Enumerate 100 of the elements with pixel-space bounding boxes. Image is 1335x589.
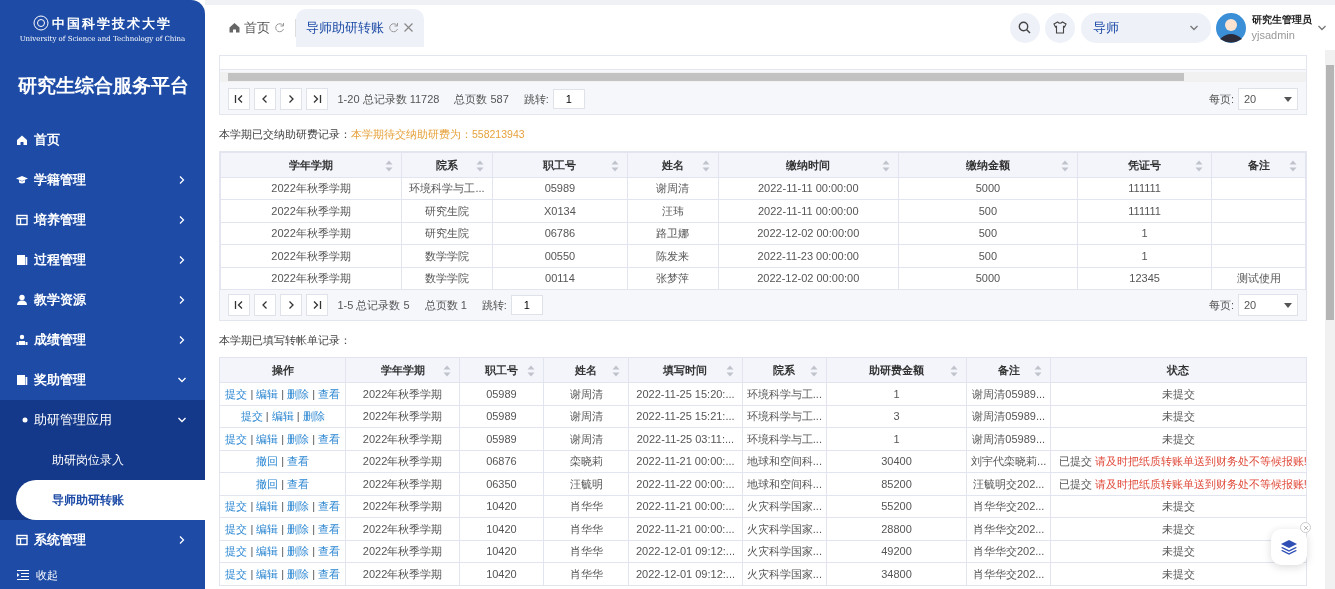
- column-header[interactable]: 备注: [966, 357, 1051, 383]
- action-link[interactable]: 查看: [318, 387, 340, 400]
- sort-icon[interactable]: [809, 365, 818, 377]
- sidebar-item[interactable]: 首页: [0, 120, 205, 160]
- separator-text: |: [281, 432, 285, 445]
- tab[interactable]: 导师助研转账: [296, 8, 424, 47]
- jump-field[interactable]: 1: [552, 89, 585, 109]
- column-header[interactable]: 学年学期: [345, 357, 460, 383]
- action-link[interactable]: 删除: [287, 387, 310, 400]
- theme-button[interactable]: [1045, 12, 1075, 43]
- sidebar-item[interactable]: 学籍管理: [0, 160, 205, 200]
- sidebar-item[interactable]: 成绩管理: [0, 320, 205, 360]
- last-page-button[interactable]: [306, 88, 328, 110]
- sidebar-item[interactable]: 助研管理应用: [0, 400, 205, 440]
- sidebar-item[interactable]: 系统管理: [0, 520, 205, 560]
- dropdown-caret-icon: [1284, 96, 1292, 102]
- per-page-select[interactable]: 20: [1238, 294, 1298, 317]
- column-header[interactable]: 职工号: [459, 357, 544, 383]
- per-page-select[interactable]: 20: [1238, 88, 1298, 110]
- sidebar-item[interactable]: 奖助管理: [0, 360, 205, 400]
- action-link[interactable]: 删除: [287, 567, 310, 580]
- sort-icon[interactable]: [527, 365, 536, 377]
- sort-icon[interactable]: [1195, 159, 1204, 172]
- action-link[interactable]: 编辑: [256, 500, 279, 512]
- action-link[interactable]: 提交: [225, 567, 248, 580]
- sort-icon[interactable]: [1289, 159, 1297, 172]
- sidebar-item[interactable]: 过程管理: [0, 240, 205, 280]
- action-link[interactable]: 查看: [318, 500, 340, 512]
- action-link[interactable]: 查看: [318, 432, 340, 445]
- sort-icon[interactable]: [726, 365, 735, 377]
- action-link[interactable]: 编辑: [256, 567, 279, 580]
- sort-icon[interactable]: [611, 159, 620, 172]
- action-link[interactable]: 提交: [225, 545, 248, 557]
- column-header[interactable]: 学年学期: [220, 152, 402, 178]
- column-header[interactable]: 凭证号: [1077, 152, 1212, 178]
- column-header[interactable]: 院系: [742, 357, 827, 383]
- close-icon[interactable]: [403, 22, 414, 33]
- sort-icon[interactable]: [950, 365, 959, 377]
- action-link[interactable]: 提交: [240, 410, 263, 422]
- action-link[interactable]: 查看: [318, 522, 340, 535]
- tab[interactable]: 首页: [219, 8, 295, 47]
- action-link[interactable]: 删除: [287, 545, 310, 557]
- column-header[interactable]: 职工号: [492, 152, 628, 178]
- sidebar-item[interactable]: 助研岗位录入: [0, 440, 205, 480]
- column-header[interactable]: 备注: [1211, 152, 1306, 178]
- separator-text: |: [250, 432, 254, 445]
- sort-icon[interactable]: [1060, 159, 1069, 172]
- jump-field[interactable]: 1: [510, 295, 543, 316]
- column-header[interactable]: 院系: [401, 152, 493, 178]
- sidebar-item[interactable]: 教学资源: [0, 280, 205, 320]
- action-link[interactable]: 查看: [318, 567, 340, 580]
- action-link[interactable]: 编辑: [256, 545, 279, 557]
- layers-button[interactable]: [1271, 529, 1307, 565]
- due-amount-note: 本学期待交纳助研费为：558213943: [351, 127, 525, 142]
- search-button[interactable]: [1009, 12, 1040, 43]
- action-link[interactable]: 提交: [225, 432, 248, 445]
- action-link[interactable]: 查看: [318, 545, 340, 557]
- role-select[interactable]: 导师: [1080, 12, 1211, 43]
- first-page-button[interactable]: [228, 294, 250, 317]
- action-link[interactable]: 编辑: [256, 522, 279, 535]
- action-link[interactable]: 提交: [225, 387, 248, 400]
- action-link[interactable]: 撤回: [256, 455, 279, 467]
- column-header[interactable]: 姓名: [627, 152, 719, 178]
- status-text: 未提交: [1162, 567, 1195, 580]
- sort-icon[interactable]: [1034, 365, 1042, 377]
- sidebar-item[interactable]: 导师助研转账: [16, 480, 205, 520]
- action-link[interactable]: 提交: [225, 522, 248, 535]
- action-link[interactable]: 撤回: [256, 477, 279, 490]
- sort-icon[interactable]: [611, 365, 620, 377]
- sort-icon[interactable]: [442, 365, 451, 377]
- sort-icon[interactable]: [701, 159, 710, 172]
- first-page-button[interactable]: [228, 88, 250, 110]
- last-page-button[interactable]: [306, 294, 328, 317]
- action-link[interactable]: 编辑: [256, 387, 279, 400]
- action-link[interactable]: 删除: [287, 522, 310, 535]
- close-button[interactable]: [1300, 522, 1311, 533]
- column-header[interactable]: 姓名: [543, 357, 629, 383]
- table-cell: 2022年秋季学期: [345, 472, 460, 495]
- column-header[interactable]: 缴纳金额: [898, 152, 1078, 178]
- action-link[interactable]: 提交: [225, 500, 248, 512]
- action-link[interactable]: 删除: [302, 410, 325, 422]
- sort-icon[interactable]: [385, 159, 394, 172]
- table-cell: 5000: [898, 177, 1078, 200]
- action-link[interactable]: 删除: [287, 500, 310, 512]
- action-link[interactable]: 编辑: [256, 432, 279, 445]
- vertical-scrollbar[interactable]: [1325, 50, 1335, 589]
- column-header[interactable]: 助研费金额: [826, 357, 967, 383]
- status-text: 未提交: [1162, 410, 1195, 422]
- column-header[interactable]: 缴纳时间: [718, 152, 899, 178]
- sidebar-item[interactable]: 培养管理: [0, 200, 205, 240]
- collapse-label[interactable]: 收起: [36, 566, 58, 584]
- table-cell: 3: [826, 405, 967, 428]
- sort-icon[interactable]: [881, 159, 890, 172]
- action-link[interactable]: 查看: [287, 477, 310, 490]
- sort-icon[interactable]: [475, 159, 484, 172]
- horizontal-scrollbar[interactable]: [220, 72, 1306, 82]
- action-link[interactable]: 删除: [287, 432, 310, 445]
- action-link[interactable]: 编辑: [271, 410, 294, 422]
- action-link[interactable]: 查看: [287, 455, 310, 467]
- column-header[interactable]: 填写时间: [628, 357, 743, 383]
